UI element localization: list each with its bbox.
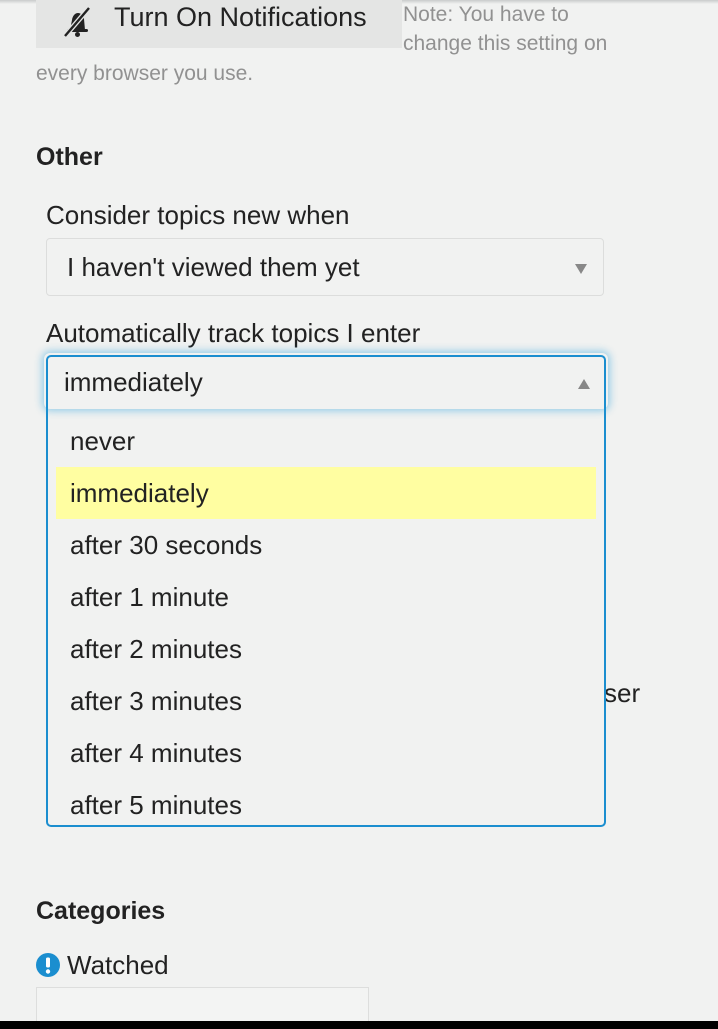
new-topics-selected-value: I haven't viewed them yet — [67, 252, 360, 282]
option-after-1-minute[interactable]: after 1 minute — [56, 571, 596, 623]
option-never[interactable]: never — [56, 415, 596, 467]
obscured-text-fragment: ser — [604, 678, 641, 708]
auto-track-label: Automatically track topics I enter — [46, 318, 421, 348]
auto-track-select-open[interactable]: immediately never immediately after 30 s… — [46, 355, 606, 827]
exclamation-circle-icon — [36, 953, 60, 977]
chevron-up-icon — [578, 379, 590, 389]
option-after-30-seconds[interactable]: after 30 seconds — [56, 519, 596, 571]
new-topics-select[interactable]: I haven't viewed them yet — [46, 238, 604, 296]
notifications-button-label: Turn On Notifications — [114, 2, 367, 32]
categories-heading: Categories — [36, 897, 166, 925]
option-after-2-minutes[interactable]: after 2 minutes — [56, 623, 596, 675]
auto-track-selected-value: immediately — [64, 367, 203, 397]
new-topics-label: Consider topics new when — [46, 200, 350, 230]
note-text-line-2: change this setting on — [403, 32, 608, 55]
option-after-3-minutes[interactable]: after 3 minutes — [56, 675, 596, 727]
option-after-5-minutes[interactable]: after 5 minutes — [56, 779, 596, 831]
watched-label: Watched — [67, 950, 169, 980]
system-nav-bar — [0, 1021, 718, 1029]
option-after-4-minutes[interactable]: after 4 minutes — [56, 727, 596, 779]
chevron-down-icon — [575, 264, 587, 274]
note-text-line-1: Note: You have to — [403, 3, 569, 26]
note-text-line-3: every browser you use. — [36, 62, 254, 85]
turn-on-notifications-button[interactable]: Turn On Notifications — [36, 0, 402, 48]
other-heading: Other — [36, 143, 103, 171]
option-immediately[interactable]: immediately — [56, 467, 596, 519]
bell-slash-icon — [63, 6, 91, 38]
